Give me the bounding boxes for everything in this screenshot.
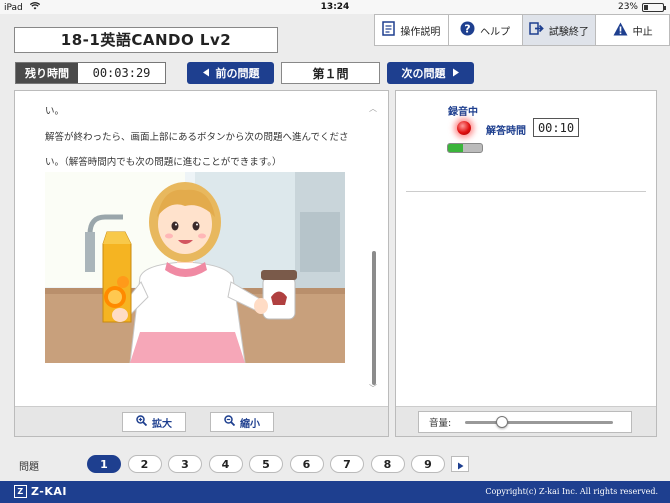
pager-page-button[interactable]: 1 [87, 455, 121, 473]
remaining-time: 残り時間 00:03:29 [15, 62, 166, 84]
question-scrollbar[interactable] [372, 251, 376, 385]
pager-page-button[interactable]: 3 [168, 455, 202, 473]
end-exam-button[interactable]: 試験終了 [522, 15, 597, 45]
end-exam-label: 試験終了 [548, 26, 589, 38]
next-question-button[interactable]: 次の問題 [387, 62, 474, 84]
pager-page-button[interactable]: 6 [289, 455, 324, 473]
pager-page-button[interactable]: 5 [249, 455, 283, 473]
zoom-in-label: 拡大 [152, 418, 172, 430]
zoom-out-button[interactable]: 縮小 [210, 412, 274, 432]
question-text-line: い。（解答時間内でも次の問題に進むことができます。） [45, 157, 282, 168]
recording-label: 録音中 [448, 107, 478, 118]
zoom-out-label: 縮小 [240, 418, 260, 430]
divider [406, 191, 646, 192]
answer-time-label: 解答時間 [486, 126, 526, 137]
manual-button[interactable]: 操作説明 [375, 15, 449, 45]
left-triangle-icon [202, 67, 210, 80]
current-question: 第１問 [281, 62, 380, 84]
volume-control: 音量: [418, 411, 632, 433]
recording-indicator-icon [457, 121, 471, 135]
document-icon [382, 21, 396, 39]
pager-page-button[interactable]: 7 [330, 455, 364, 473]
remaining-time-value: 00:03:29 [92, 66, 151, 80]
scroll-down-icon[interactable]: ﹀ [369, 383, 377, 394]
brand-logo: Z Z-KAI [14, 485, 67, 498]
answer-time-value: 00:10 [533, 118, 579, 137]
scroll-up-icon[interactable]: ︿ [369, 103, 377, 114]
pager-page-button[interactable]: 2 [127, 455, 162, 473]
battery-percent: 23% [617, 2, 638, 12]
zoom-in-button[interactable]: 拡大 [122, 412, 186, 432]
status-bar: iPad 13:24 23% [0, 0, 670, 14]
copyright: Copyright(c) Z-kai Inc. All rights reser… [485, 487, 658, 496]
pager-page-button[interactable]: 8 [370, 455, 405, 473]
pager-next-button[interactable] [451, 456, 469, 472]
exit-icon [529, 22, 544, 38]
exam-title: 18-1英語CANDO Lv2 [14, 27, 278, 53]
brand-name: Z-KAI [31, 485, 67, 498]
svg-text:?: ? [464, 23, 470, 36]
top-toolbar: 操作説明 ? ヘルプ 試験終了 中止 [374, 14, 670, 46]
battery-icon [642, 2, 666, 12]
right-triangle-icon [452, 67, 460, 80]
volume-slider-knob[interactable] [496, 415, 508, 428]
zoom-out-icon [224, 415, 236, 429]
volume-label: 音量: [429, 418, 452, 429]
zkai-logo-icon: Z [14, 485, 27, 498]
volume-slider[interactable] [465, 415, 613, 428]
question-text-line: 解答が終わったら、画面上部にあるボタンから次の問題へ進んでくださ [45, 132, 349, 143]
footer-bar: Z Z-KAI Copyright(c) Z-kai Inc. All righ… [0, 481, 670, 503]
question-content[interactable]: い。 解答が終わったら、画面上部にあるボタンから次の問題へ進んでくださ い。（解… [15, 91, 377, 407]
warning-icon [613, 22, 628, 39]
help-button[interactable]: ? ヘルプ [449, 15, 523, 45]
remaining-time-label: 残り時間 [16, 63, 78, 83]
prev-question-button[interactable]: 前の問題 [187, 62, 274, 84]
volume-bar: 音量: [396, 406, 656, 436]
abort-label: 中止 [632, 26, 653, 38]
question-mark-icon: ? [460, 21, 475, 39]
pager-label: 問題 [19, 462, 39, 473]
abort-button[interactable]: 中止 [596, 15, 669, 45]
manual-label: 操作説明 [400, 26, 441, 38]
pager-page-button[interactable]: 9 [411, 455, 445, 473]
zoom-in-icon [136, 415, 148, 429]
recording-panel: 録音中 解答時間 00:10 音量: [395, 90, 657, 437]
status-right: 23% [617, 2, 666, 12]
next-question-label: 次の問題 [401, 67, 446, 80]
right-triangle-icon [457, 455, 464, 474]
clock: 13:24 [320, 2, 350, 12]
zoom-bar: 拡大 縮小 [15, 406, 388, 436]
help-label: ヘルプ [480, 26, 511, 38]
question-text-line: い。 [45, 106, 65, 117]
input-level-meter [447, 143, 483, 153]
question-panel: い。 解答が終わったら、画面上部にあるボタンから次の問題へ進んでくださ い。（解… [14, 90, 389, 437]
prev-question-label: 前の問題 [215, 67, 260, 80]
question-illustration [45, 172, 345, 363]
pager-page-button[interactable]: 4 [208, 455, 243, 473]
